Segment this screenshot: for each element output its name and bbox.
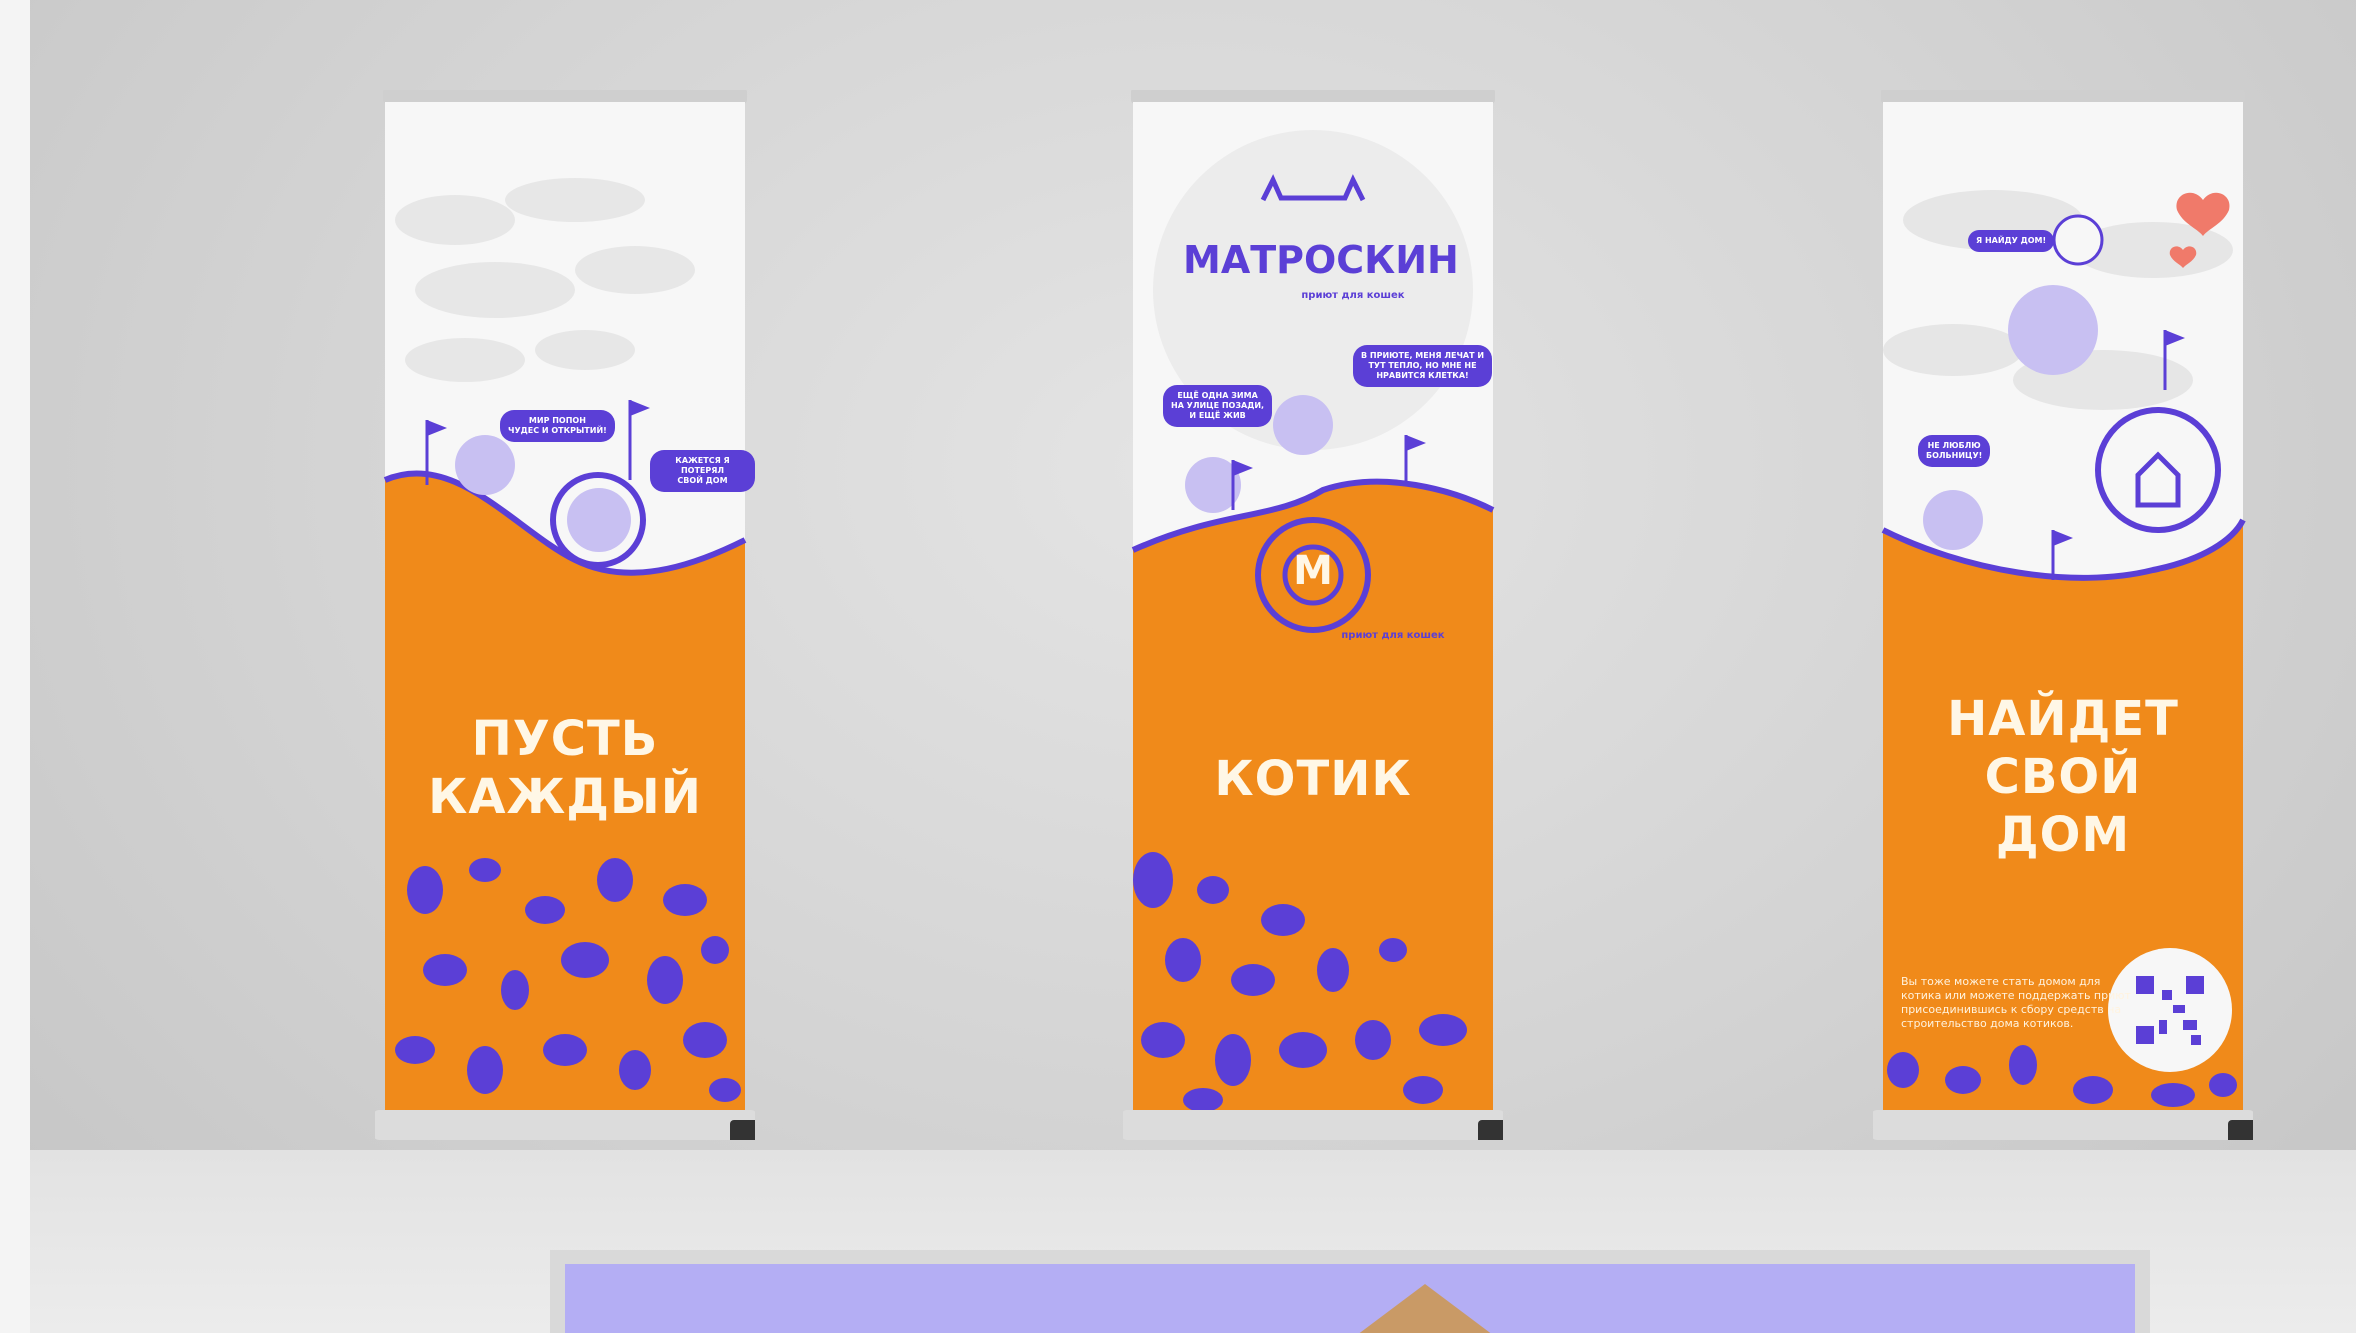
rollup-banner-1: МИР ПОПОН ЧУДЕС И ОТКРЫТИЙ! КАЖЕТСЯ Я ПО… bbox=[375, 90, 755, 1140]
brand-subtitle: приют для кошек bbox=[1301, 290, 1405, 301]
speech-bubble: МИР ПОПОН ЧУДЕС И ОТКРЫТИЙ! bbox=[500, 410, 615, 442]
banner-note: Вы тоже можете стать домом для котика ил… bbox=[1901, 975, 2131, 1030]
speech-bubble: КАЖЕТСЯ Я ПОТЕРЯЛ СВОЙ ДОМ bbox=[650, 450, 755, 492]
speech-bubble: В ПРИЮТЕ, МЕНЯ ЛЕЧАТ И ТУТ ТЕПЛО, НО МНЕ… bbox=[1353, 345, 1493, 387]
banner-1-graphics bbox=[375, 90, 755, 1140]
brand-logo-text: МАТРОСКИН bbox=[1183, 238, 1459, 282]
badge-caption: приют для кошек bbox=[1341, 630, 1445, 641]
next-section-preview bbox=[550, 1250, 2150, 1333]
banner-headline: КОТИК bbox=[1214, 751, 1412, 807]
speech-bubble: НЕ ЛЮБЛЮ БОЛЬНИЦУ! bbox=[1918, 435, 1991, 467]
rollup-banner-2: МАТРОСКИН приют для кошек ЕЩЁ ОДНА ЗИМА … bbox=[1123, 90, 1503, 1140]
speech-bubble: ЕЩЁ ОДНА ЗИМА НА УЛИЦЕ ПОЗАДИ, И ЕЩЁ ЖИВ bbox=[1163, 385, 1273, 427]
photo-scene: МИР ПОПОН ЧУДЕС И ОТКРЫТИЙ! КАЖЕТСЯ Я ПО… bbox=[30, 0, 2356, 1333]
banner-headline: ПУСТЬ КАЖДЫЙ bbox=[428, 711, 702, 825]
cardboard-box-top bbox=[1345, 1284, 1505, 1333]
rollup-banner-3: Я НАЙДУ ДОМ! НЕ ЛЮБЛЮ БОЛЬНИЦУ! НАЙДЕТ С… bbox=[1873, 90, 2253, 1140]
speech-bubble: Я НАЙДУ ДОМ! bbox=[1968, 230, 2055, 252]
banner-headline: НАЙДЕТ СВОЙ ДОМ bbox=[1947, 691, 2179, 863]
badge-letter: M bbox=[1293, 548, 1333, 594]
left-edge-strip bbox=[0, 0, 30, 1333]
lavender-panel bbox=[565, 1264, 2135, 1333]
